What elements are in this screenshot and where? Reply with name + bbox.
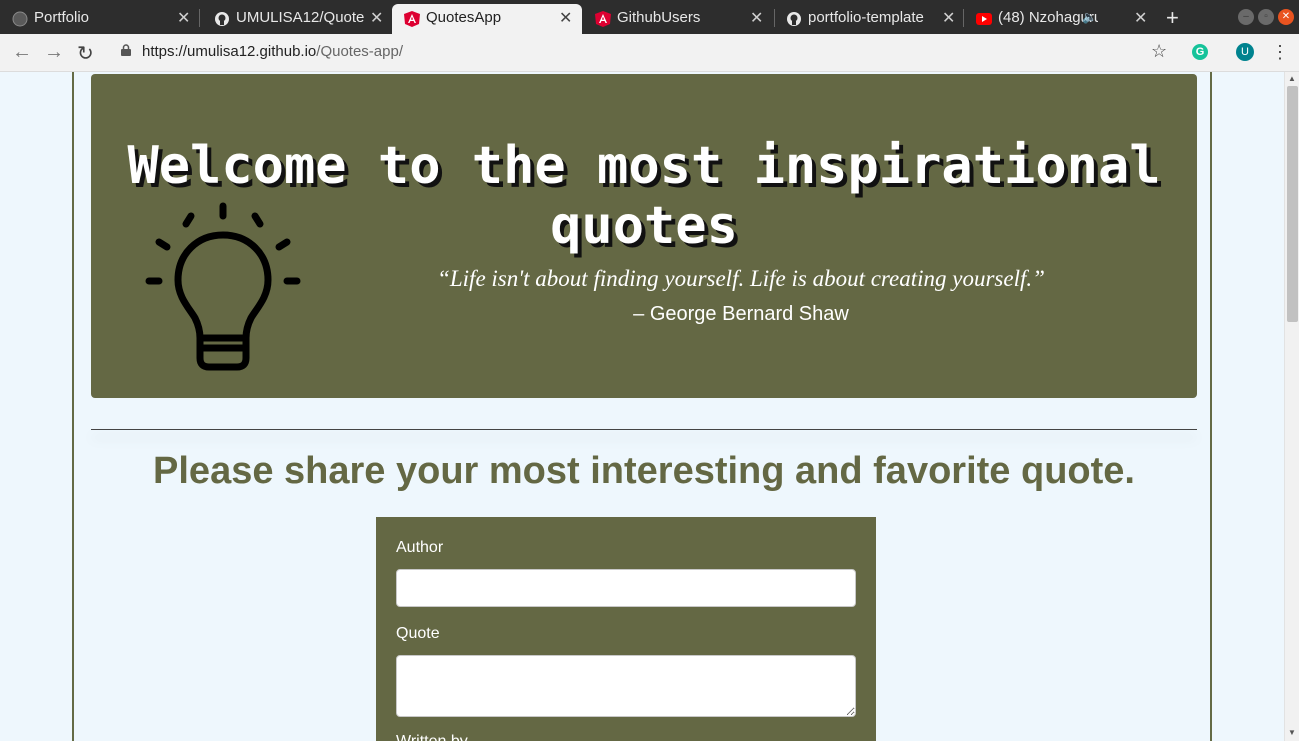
- lock-icon: [121, 44, 131, 56]
- close-icon[interactable]: ✕: [177, 8, 190, 28]
- speaker-icon: 🔈: [1082, 10, 1097, 24]
- page-container: Welcome to the most inspirational quotes…: [72, 72, 1212, 741]
- scroll-up-arrow-icon[interactable]: ▲: [1288, 74, 1296, 83]
- close-icon[interactable]: ✕: [1134, 8, 1147, 28]
- tab-portfolio-template[interactable]: portfolio-template ✕: [774, 4, 962, 34]
- close-window-button[interactable]: ✕: [1278, 9, 1294, 25]
- quote-textarea[interactable]: [396, 655, 856, 717]
- close-icon[interactable]: ✕: [750, 8, 763, 28]
- globe-icon: [12, 11, 28, 27]
- profile-avatar[interactable]: U: [1236, 43, 1254, 61]
- scrollbar-thumb[interactable]: [1287, 86, 1298, 322]
- close-icon[interactable]: ✕: [942, 8, 955, 28]
- author-input[interactable]: [396, 569, 856, 607]
- minimize-button[interactable]: –: [1238, 9, 1254, 25]
- tab-githubusers[interactable]: GithubUsers ✕: [583, 4, 773, 34]
- tab-umulisa12-quotes[interactable]: UMULISA12/Quotes ✕: [202, 4, 388, 34]
- tab-portfolio[interactable]: Portfolio ✕: [0, 4, 196, 34]
- angular-icon: [595, 11, 611, 27]
- github-icon: [215, 12, 229, 26]
- tab-quotesapp[interactable]: QuotesApp ✕: [392, 4, 582, 34]
- section-divider: [91, 429, 1197, 430]
- tab-separator: [199, 9, 200, 27]
- written-by-label: Written by: [396, 733, 468, 741]
- quote-label: Quote: [396, 625, 440, 642]
- tab-title: Portfolio: [34, 9, 90, 26]
- page-viewport: Welcome to the most inspirational quotes…: [0, 72, 1299, 741]
- tab-title: QuotesApp: [426, 9, 502, 26]
- close-icon[interactable]: ✕: [559, 8, 572, 28]
- author-label: Author: [396, 539, 444, 556]
- share-heading: Please share your most interesting and f…: [153, 450, 1135, 492]
- address-bar[interactable]: https://umulisa12.github.io/Quotes-app/: [142, 43, 403, 60]
- tab-title: UMULISA12/Quotes: [236, 9, 364, 26]
- menu-dots-icon[interactable]: ⋮: [1271, 42, 1289, 63]
- tab-title: GithubUsers: [617, 9, 701, 26]
- angular-icon: [404, 11, 420, 27]
- maximize-button[interactable]: ▫: [1258, 9, 1274, 25]
- page-scrollbar[interactable]: ▲ ▼: [1284, 72, 1299, 741]
- back-arrow-icon[interactable]: ←: [12, 41, 32, 64]
- reload-icon[interactable]: ↻: [77, 41, 94, 66]
- github-icon: [787, 12, 801, 26]
- grammarly-extension-icon[interactable]: G: [1192, 44, 1208, 60]
- quote-form: Author Quote Written by: [376, 517, 876, 741]
- bookmark-star-icon[interactable]: ☆: [1151, 41, 1167, 62]
- tab-youtube[interactable]: (48) Nzohaguru 🔈 ✕: [964, 4, 1154, 34]
- youtube-icon: [976, 13, 992, 25]
- url-path: /Quotes-app/: [316, 43, 403, 60]
- browser-tab-strip: Portfolio ✕ UMULISA12/Quotes ✕ QuotesApp…: [0, 0, 1299, 34]
- lightbulb-icon: [145, 202, 301, 371]
- close-icon[interactable]: ✕: [370, 8, 383, 28]
- url-host: https://umulisa12.github.io: [142, 43, 317, 60]
- scroll-down-arrow-icon[interactable]: ▼: [1288, 728, 1296, 737]
- hero-quote-author: – George Bernard Shaw: [633, 303, 849, 325]
- hero-quote: “Life isn't about finding yourself. Life…: [437, 266, 1045, 291]
- browser-toolbar: ← → ↻ https://umulisa12.github.io/Quotes…: [0, 34, 1299, 72]
- tab-title: portfolio-template: [808, 9, 924, 26]
- forward-arrow-icon[interactable]: →: [44, 41, 64, 64]
- new-tab-button[interactable]: +: [1166, 5, 1179, 31]
- hero-banner: Welcome to the most inspirational quotes…: [91, 74, 1197, 398]
